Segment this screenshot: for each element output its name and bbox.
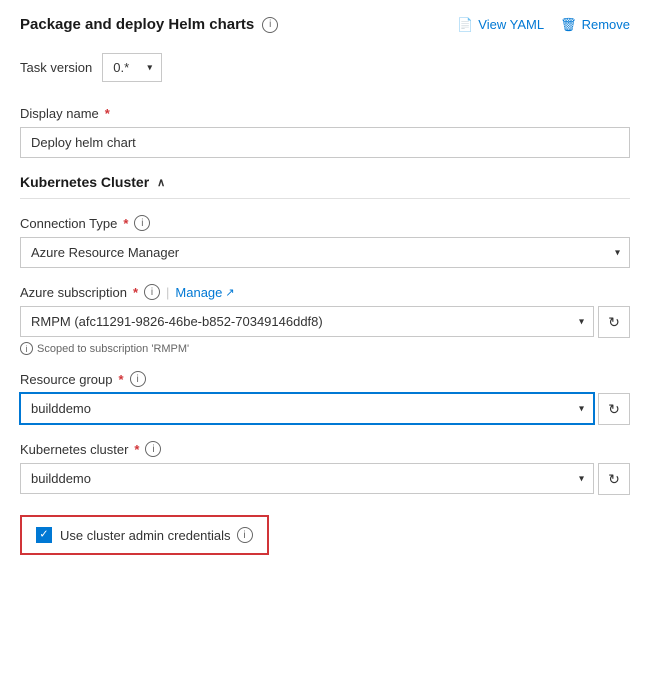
yaml-icon: 📄 [457,17,473,33]
display-name-input[interactable] [20,127,630,158]
header-actions: 📄 View YAML 🗑 Remove [457,17,630,33]
pipe-divider: | [166,285,169,300]
task-version-wrapper: 0.* 1.* ▾ [102,53,162,82]
use-cluster-admin-section: Use cluster admin credentials i [20,511,630,555]
remove-button[interactable]: 🗑 Remove [560,17,630,33]
resource-group-select[interactable]: builddemo [20,393,594,424]
connection-type-section: Connection Type * i Azure Resource Manag… [20,215,630,268]
remove-label: Remove [582,17,630,32]
header-left: Package and deploy Helm charts i [20,16,278,33]
use-cluster-admin-label: Use cluster admin credentials i [60,527,253,543]
azure-subscription-select[interactable]: RMPM (afc11291-9826-46be-b852-70349146dd… [20,306,594,337]
resource-group-controls: builddemo ▾ ↻ [20,393,630,425]
kubernetes-cluster-field-info-icon[interactable]: i [145,441,161,457]
kubernetes-cluster-label: Kubernetes Cluster [20,174,149,190]
display-name-section: Display name * [20,106,630,158]
connection-type-required: * [123,216,128,231]
kubernetes-cluster-collapse-icon[interactable]: ∧ [157,176,165,189]
azure-subscription-label: Azure subscription [20,285,127,300]
resource-group-label-row: Resource group * i [20,371,630,387]
use-cluster-admin-box: Use cluster admin credentials i [20,515,269,555]
task-version-label: Task version [20,60,92,75]
connection-type-select[interactable]: Azure Resource Manager Kubernetes Servic… [20,237,630,268]
resource-group-required: * [119,372,124,387]
azure-subscription-hint: i Scoped to subscription 'RMPM' [20,342,630,355]
kubernetes-cluster-section-header: Kubernetes Cluster ∧ [20,174,630,199]
kubernetes-cluster-field-label-row: Kubernetes cluster * i [20,441,630,457]
azure-subscription-info-icon[interactable]: i [144,284,160,300]
kubernetes-cluster-field-required: * [134,442,139,457]
azure-subscription-refresh-button[interactable]: ↻ [598,306,630,338]
view-yaml-label: View YAML [478,17,544,32]
resource-group-info-icon[interactable]: i [130,371,146,387]
connection-type-label: Connection Type [20,216,117,231]
display-name-label-row: Display name * [20,106,630,121]
manage-label: Manage [175,285,222,300]
azure-subscription-section: Azure subscription * i | Manage ↗ RMPM (… [20,284,630,355]
resource-group-label: Resource group [20,372,113,387]
external-link-icon: ↗ [225,286,234,299]
kubernetes-cluster-field-select[interactable]: builddemo [20,463,594,494]
display-name-label: Display name [20,106,99,121]
kubernetes-cluster-field-refresh-button[interactable]: ↻ [598,463,630,495]
page-title-info-icon[interactable]: i [262,17,278,33]
kubernetes-cluster-field-select-wrap: builddemo ▾ [20,463,594,495]
use-cluster-admin-label-text: Use cluster admin credentials [60,528,231,543]
display-name-required: * [105,106,110,121]
hint-info-icon: i [20,342,33,355]
use-cluster-admin-checkbox[interactable] [36,527,52,543]
resource-group-section: Resource group * i builddemo ▾ ↻ [20,371,630,425]
task-version-select[interactable]: 0.* 1.* [102,53,162,82]
resource-group-refresh-button[interactable]: ↻ [598,393,630,425]
task-version-row: Task version 0.* 1.* ▾ [20,53,630,82]
view-yaml-button[interactable]: 📄 View YAML [457,17,544,33]
kubernetes-cluster-field-section: Kubernetes cluster * i builddemo ▾ ↻ [20,441,630,495]
azure-subscription-hint-text: Scoped to subscription 'RMPM' [37,343,189,355]
resource-group-select-wrap: builddemo ▾ [20,393,594,425]
use-cluster-admin-info-icon[interactable]: i [237,527,253,543]
manage-link[interactable]: Manage ↗ [175,285,234,300]
page-title: Package and deploy Helm charts [20,16,254,33]
connection-type-info-icon[interactable]: i [134,215,150,231]
azure-subscription-controls: RMPM (afc11291-9826-46be-b852-70349146dd… [20,306,630,338]
azure-subscription-select-wrap: RMPM (afc11291-9826-46be-b852-70349146dd… [20,306,594,338]
kubernetes-cluster-field-controls: builddemo ▾ ↻ [20,463,630,495]
connection-type-label-row: Connection Type * i [20,215,630,231]
kubernetes-cluster-field-label: Kubernetes cluster [20,442,128,457]
page-header: Package and deploy Helm charts i 📄 View … [20,16,630,33]
azure-subscription-required: * [133,285,138,300]
remove-icon: 🗑 [560,17,577,33]
connection-type-select-wrapper: Azure Resource Manager Kubernetes Servic… [20,237,630,268]
azure-subscription-label-row: Azure subscription * i | Manage ↗ [20,284,630,300]
